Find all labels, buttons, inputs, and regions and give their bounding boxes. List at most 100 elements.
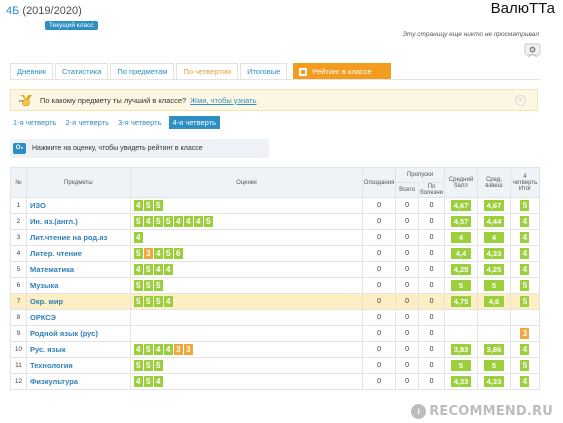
quarter-1-link[interactable]: 1-я четверть (11, 116, 59, 129)
subject-name[interactable]: Математика (25, 261, 131, 278)
subject-name[interactable]: Литер. чтение (25, 245, 131, 262)
grade-mark[interactable]: 4 (153, 376, 163, 387)
row-number: 5 (10, 261, 27, 278)
table-row: 6 Музыка 5 5 5 0 0 0 5 5 5 (10, 277, 541, 294)
grade-mark[interactable]: 5 (133, 280, 143, 291)
final-grade[interactable]: 4 (520, 376, 530, 387)
row-number: 1 (10, 197, 27, 214)
quarter-4-link[interactable]: 4-я четверть (168, 116, 220, 129)
average-cell: 3,83 (444, 341, 478, 358)
grade-mark[interactable]: 5 (153, 200, 163, 211)
grade-mark[interactable]: 5 (133, 360, 143, 371)
grade-mark[interactable]: 5 (133, 296, 143, 307)
subject-name[interactable]: Ин. яз.(англ.) (25, 213, 131, 230)
subject-name[interactable]: Родной язык (рус) (25, 325, 131, 342)
final-grade[interactable]: 4 (520, 248, 530, 259)
final-grade[interactable]: 4 (520, 264, 530, 275)
final-cell: 5 (509, 293, 541, 310)
grade-mark[interactable]: 5 (143, 344, 153, 355)
row-number: 4 (10, 245, 27, 262)
grade-mark[interactable]: 5 (143, 376, 153, 387)
absence-ill: 0 (418, 261, 446, 278)
subject-name[interactable]: ИЗО (25, 197, 131, 214)
tab-diary[interactable]: Дневник (10, 63, 53, 79)
grade-mark[interactable]: 5 (163, 248, 173, 259)
tab-by-subject[interactable]: По предметам (110, 63, 175, 79)
grade-mark[interactable]: 3 (183, 344, 193, 355)
average-cell: 5 (444, 357, 478, 374)
grade-mark[interactable]: 4 (143, 216, 153, 227)
grade-mark[interactable]: 4 (153, 344, 163, 355)
absence-total: 0 (395, 229, 420, 246)
grade-mark[interactable]: 3 (173, 344, 183, 355)
subject-name[interactable]: Технология (25, 357, 131, 374)
subject-name[interactable]: ОРКСЭ (25, 309, 131, 326)
final-grade[interactable]: 4 (520, 344, 530, 355)
final-grade[interactable]: 5 (520, 200, 530, 211)
grade-mark[interactable]: 5 (203, 216, 213, 227)
grade-mark[interactable]: 5 (133, 248, 143, 259)
grade-mark[interactable]: 4 (183, 216, 193, 227)
grade-mark[interactable]: 4 (153, 248, 163, 259)
late-count: 0 (362, 261, 397, 278)
grade-mark[interactable]: 5 (143, 280, 153, 291)
quarter-2-link[interactable]: 2-я четверть (64, 116, 112, 129)
table-row: 3 Лит.чтение на род.яз 4 0 0 0 4 4 4 (10, 229, 541, 246)
table-row: 11 Технология 5 5 5 0 0 0 5 5 5 (10, 357, 541, 374)
table-row: 5 Математика 4 5 4 4 0 0 0 4,25 4,25 4 (10, 261, 541, 278)
grade-mark[interactable]: 5 (163, 216, 173, 227)
tab-statistics[interactable]: Статистика (55, 63, 109, 79)
grade-mark[interactable]: 4 (163, 296, 173, 307)
late-count: 0 (362, 357, 397, 374)
views-icon (524, 43, 541, 58)
tab-by-quarter[interactable]: По четвертям (176, 63, 239, 79)
grade-mark[interactable]: 5 (143, 264, 153, 275)
grade-mark[interactable]: 4 (133, 232, 143, 243)
grade-mark[interactable]: 5 (143, 360, 153, 371)
final-grade[interactable]: 4 (520, 232, 530, 243)
banner-link[interactable]: Жми, чтобы узнать (190, 96, 256, 105)
subject-name[interactable]: Рус. язык (25, 341, 131, 358)
grade-mark[interactable]: 4 (133, 200, 143, 211)
subject-name[interactable]: Окр. мир (25, 293, 131, 310)
grade-mark[interactable]: 4 (193, 216, 203, 227)
grade-mark[interactable]: 4 (163, 344, 173, 355)
table-row: 12 Физкультура 4 5 4 0 0 0 4,33 4,33 4 (10, 373, 541, 390)
quarter-3-link[interactable]: 3-я четверть (116, 116, 164, 129)
grades-table: № Предметы Оценки Опоздания Пропуски Сре… (10, 167, 541, 390)
grade-mark[interactable]: 4 (173, 216, 183, 227)
tab-final[interactable]: Итоговые (240, 63, 288, 79)
grade-mark[interactable]: 5 (153, 360, 163, 371)
final-grade[interactable]: 4 (520, 216, 530, 227)
grade-mark[interactable]: 4 (163, 264, 173, 275)
final-grade[interactable]: 3 (520, 328, 530, 339)
grade-mark[interactable]: 4 (153, 264, 163, 275)
subject-name[interactable]: Музыка (25, 277, 131, 294)
tab-class-rating[interactable]: Рейтинг в классе (293, 63, 391, 79)
grade-mark[interactable]: 4 (133, 264, 143, 275)
final-grade[interactable]: 5 (520, 280, 530, 291)
grade-mark[interactable]: 3 (143, 248, 153, 259)
average-score: 4 (451, 232, 471, 243)
weighted-cell: 4,25 (476, 261, 511, 278)
grade-mark[interactable]: 5 (133, 216, 143, 227)
grade-mark[interactable]: 5 (153, 296, 163, 307)
final-grade[interactable]: 5 (520, 296, 530, 307)
grade-mark[interactable]: 5 (143, 296, 153, 307)
grade-mark[interactable]: 5 (153, 216, 163, 227)
grade-mark[interactable]: 5 (143, 200, 153, 211)
final-cell: 5 (509, 277, 541, 294)
row-number: 6 (10, 277, 27, 294)
final-grade[interactable]: 5 (520, 360, 530, 371)
subject-name[interactable]: Физкультура (25, 373, 131, 390)
hint-text: Нажмите на оценку, чтобы увидеть рейтинг… (32, 145, 203, 152)
rating-hint: O₅ Нажмите на оценку, чтобы увидеть рейт… (10, 139, 269, 158)
grade-mark[interactable]: 5 (153, 280, 163, 291)
grade-mark[interactable]: 4 (133, 344, 143, 355)
subject-name[interactable]: Лит.чтение на род.яз (25, 229, 131, 246)
banner-close-icon[interactable]: × (515, 95, 526, 106)
absence-total: 0 (395, 213, 420, 230)
grade-mark[interactable]: 4 (133, 376, 143, 387)
grade-mark[interactable]: 6 (173, 248, 183, 259)
weighted-cell: 4,6 (476, 293, 511, 310)
